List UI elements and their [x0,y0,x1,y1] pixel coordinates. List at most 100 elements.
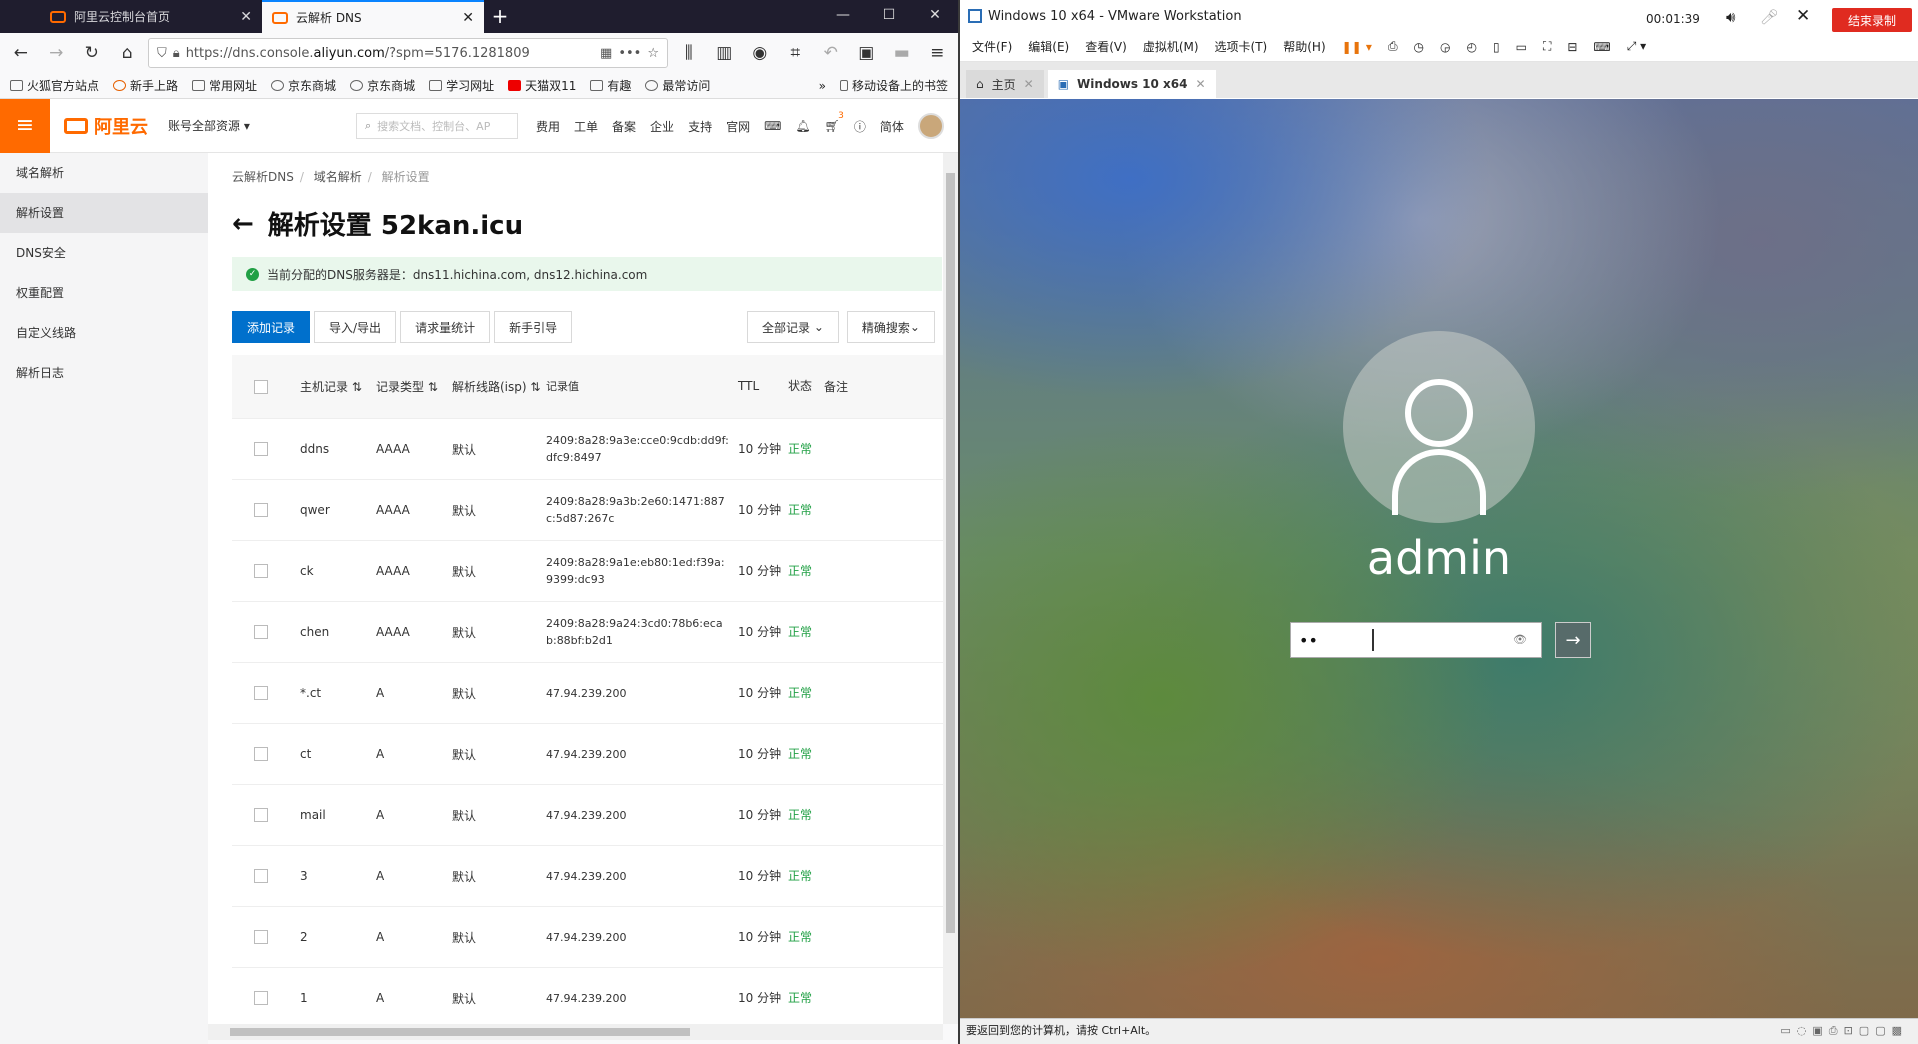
sidebar-item-logs[interactable]: 解析日志 [0,353,208,393]
screenshot-icon[interactable]: ⌗ [781,38,811,68]
pause-icon[interactable]: ❚❚ ▾ [1342,40,1372,54]
close-recording-icon[interactable]: ✕ [1796,6,1810,26]
hamburger-icon[interactable]: ≡ [0,98,50,153]
bookmark[interactable]: 学习网址 [429,77,494,94]
add-record-button[interactable]: 添加记录 [232,311,311,343]
bookmark[interactable]: 最常访问 [645,77,710,94]
vm-tab-home[interactable]: ⌂ 主页 ✕ [966,70,1044,98]
bookmark[interactable]: 新手上路 [113,77,178,94]
restore-snapshot-icon[interactable]: ◶ [1440,40,1450,54]
url-bar[interactable]: ⛉ 🔒︎ https://dns.console.aliyun.com/?spm… [148,38,668,68]
bookmark[interactable]: 火狐官方站点 [10,77,99,94]
menu-help[interactable]: 帮助(H) [1283,38,1325,55]
lock-icon[interactable]: 🔒︎ [173,46,180,61]
extension2-icon[interactable]: ▬ [887,38,917,68]
row-checkbox[interactable] [254,930,268,944]
shield-icon[interactable]: ⛉ [157,46,167,61]
col-host[interactable]: 主机记录 ⇅ [300,378,376,395]
horizontal-scrollbar[interactable] [208,1024,943,1040]
select-all-checkbox[interactable] [254,379,268,394]
library-icon[interactable]: ⫼ [674,38,704,68]
reload-icon[interactable]: ↻ [77,38,107,68]
mobile-bookmarks[interactable]: 移动设备上的书签 [839,77,948,94]
bookmark[interactable]: 天猫双11 [508,77,576,94]
avatar[interactable] [917,113,944,139]
close-tab-icon[interactable]: ✕ [1024,77,1034,91]
tab-aliyun-home[interactable]: 阿里云控制台首页 ✕ [40,0,262,33]
console-icon[interactable]: ⌨ [1593,40,1610,54]
more-bookmarks-icon[interactable]: » [819,79,826,93]
help-icon[interactable]: ⓘ [854,118,866,135]
import-export-button[interactable]: 导入/导出 [314,311,397,343]
minimize-icon[interactable]: — [820,0,866,30]
more-icon[interactable]: ••• [618,46,641,61]
nav-support[interactable]: 支持 [688,118,712,135]
windows-login-screen[interactable]: admin •• 👁︎ → 🖥︎ ◔ ⏻ [960,99,1918,1018]
row-checkbox[interactable] [254,991,268,1005]
reveal-password-icon[interactable]: 👁︎ [1513,633,1527,646]
terminal-icon[interactable]: ⌨ [764,119,781,133]
row-checkbox[interactable] [254,625,268,639]
row-checkbox[interactable] [254,869,268,883]
menu-tabs[interactable]: 选项卡(T) [1215,38,1268,55]
sidebar-item-dns-security[interactable]: DNS安全 [0,233,208,273]
crumb-dns[interactable]: 云解析DNS [232,170,294,184]
close-tab-icon[interactable]: ✕ [240,9,252,25]
close-tab-icon[interactable]: ✕ [462,10,474,26]
mic-muted-icon[interactable]: 🎤︎ [1760,8,1779,26]
menu-icon[interactable]: ≡ [923,38,953,68]
bookmark[interactable]: 京东商城 [350,77,415,94]
sidebar-icon[interactable]: ▥ [710,38,740,68]
col-line[interactable]: 解析线路(isp) ⇅ [452,378,546,395]
snapshot-icon[interactable]: ◷ [1414,40,1424,54]
col-type[interactable]: 记录类型 ⇅ [376,378,452,395]
fullscreen-icon[interactable]: ⛶ [1543,39,1551,54]
maximize-icon[interactable]: ☐ [866,0,912,30]
menu-file[interactable]: 文件(F) [972,38,1012,55]
back-icon[interactable]: ← [6,38,36,68]
request-stats-button[interactable]: 请求量统计 [400,311,491,343]
star-icon[interactable]: ☆ [647,46,659,61]
bookmark[interactable]: 常用网址 [192,77,257,94]
close-tab-icon[interactable]: ✕ [1196,77,1206,91]
library-view-icon[interactable]: ▯ [1493,40,1500,54]
close-window-icon[interactable]: ✕ [912,0,958,30]
home-icon[interactable]: ⌂ [113,38,143,68]
sidebar-item-settings[interactable]: 解析设置 [0,193,208,233]
account-icon[interactable]: ◉ [745,38,775,68]
precise-search-button[interactable]: 精确搜索 ⌄ [846,311,935,343]
forward-icon[interactable]: → [42,38,72,68]
bell-icon[interactable]: 🔔︎ [795,119,810,133]
menu-view[interactable]: 查看(V) [1085,38,1127,55]
account-switcher[interactable]: 账号全部资源 ▾ [168,117,250,134]
aliyun-logo[interactable]: 阿里云 [64,113,148,139]
send-keys-icon[interactable]: ⎙ [1388,39,1398,54]
cart-icon[interactable]: 🛒︎ 3 [825,111,844,133]
new-tab-icon[interactable]: + [484,0,516,33]
thumbnail-icon[interactable]: ▭ [1516,40,1527,54]
row-checkbox[interactable] [254,564,268,578]
extension-icon[interactable]: ▣ [852,38,882,68]
manage-snapshot-icon[interactable]: ◴ [1467,40,1477,54]
sidebar-item-weight[interactable]: 权重配置 [0,273,208,313]
row-checkbox[interactable] [254,686,268,700]
guide-button[interactable]: 新手引导 [494,311,573,343]
crumb-domains[interactable]: 域名解析 [314,170,362,184]
sidebar-item-domains[interactable]: 域名解析 [0,153,208,193]
device-icons[interactable]: ▭◌▣⎙⊡▢▢▩ [1780,1019,1908,1043]
row-checkbox[interactable] [254,808,268,822]
menu-edit[interactable]: 编辑(E) [1028,38,1069,55]
stretch-icon[interactable]: ⤢ ▾ [1627,39,1646,54]
undo-icon[interactable]: ↶ [816,38,846,68]
bookmark[interactable]: 有趣 [590,77,631,94]
row-checkbox[interactable] [254,747,268,761]
back-arrow-icon[interactable]: ← [232,209,254,239]
console-search[interactable]: ⌕ 搜索文档、控制台、AP [356,113,518,139]
menu-vm[interactable]: 虚拟机(M) [1143,38,1199,55]
submit-arrow-icon[interactable]: → [1555,622,1591,658]
nav-enterprise[interactable]: 企业 [650,118,674,135]
vm-tab-win10[interactable]: ▣ Windows 10 x64 ✕ [1047,70,1216,98]
record-filter-select[interactable]: 全部记录 ⌄ [747,311,839,343]
vertical-scrollbar[interactable] [943,153,958,1024]
row-checkbox[interactable] [254,503,268,517]
